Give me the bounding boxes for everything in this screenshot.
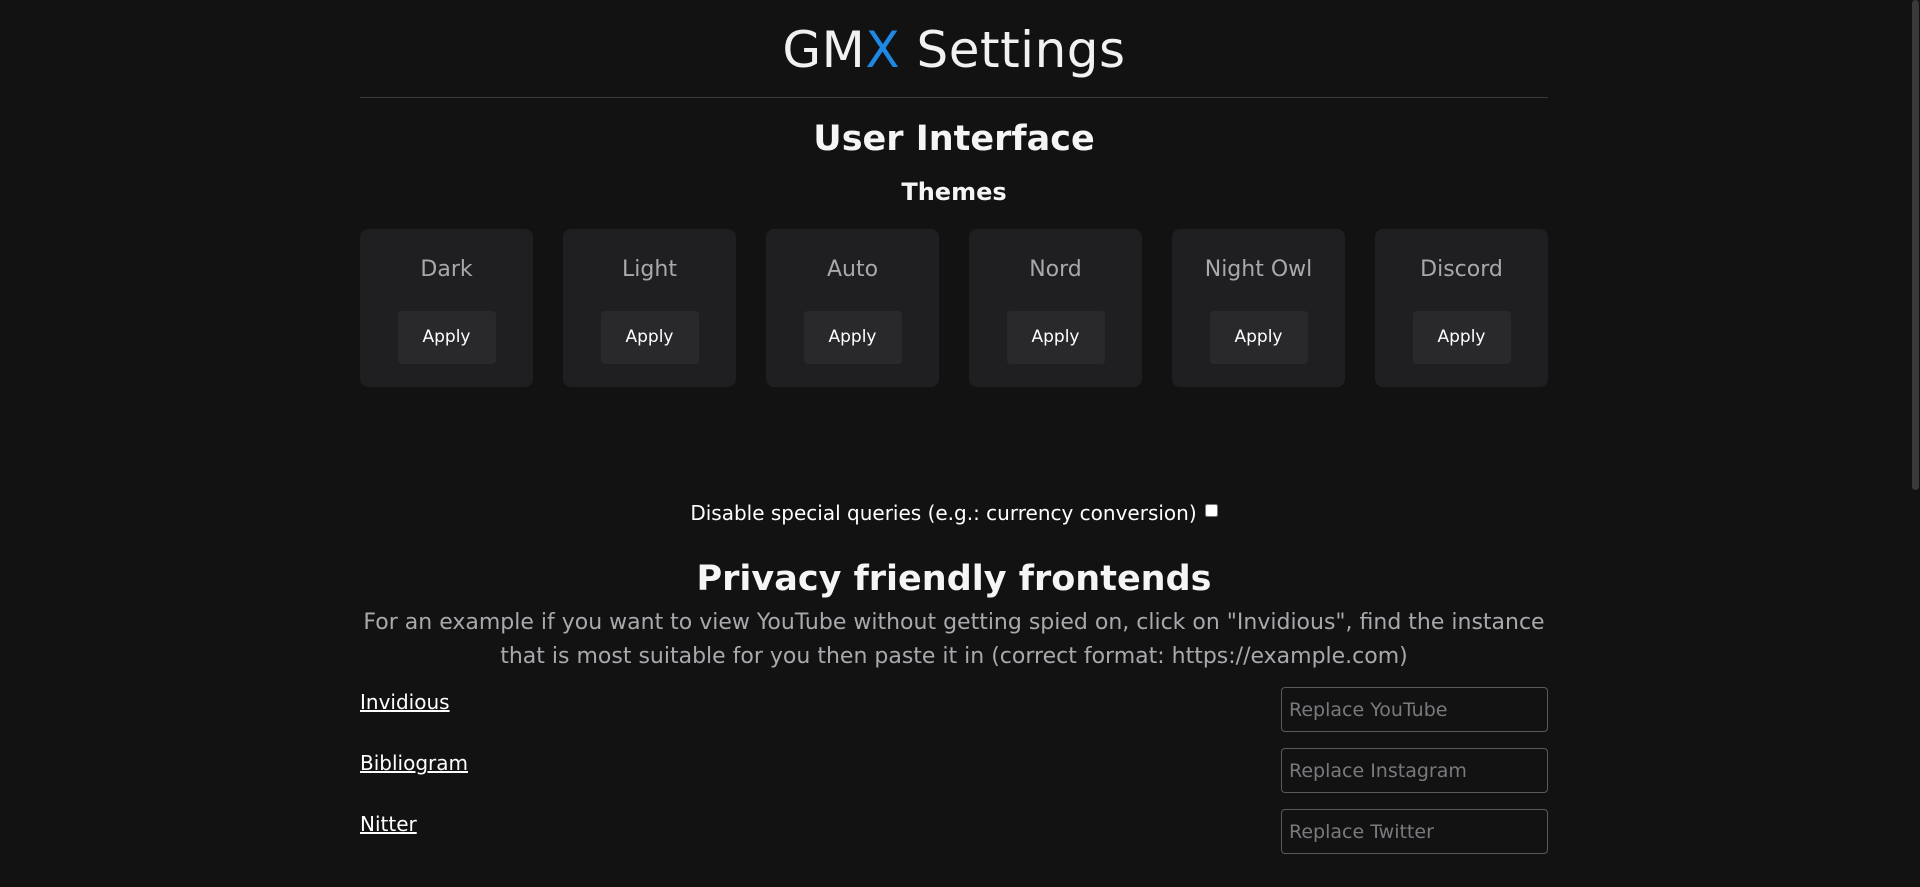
apply-discord-theme-button[interactable]: Apply: [1412, 310, 1511, 364]
theme-list: Dark Apply Light Apply Auto Apply Nord A…: [360, 228, 1548, 387]
apply-light-theme-button[interactable]: Apply: [600, 310, 699, 364]
theme-card-light: Light Apply: [563, 228, 736, 387]
theme-name: Dark: [420, 256, 473, 282]
theme-name: Discord: [1420, 256, 1503, 282]
theme-card-night-owl: Night Owl Apply: [1172, 228, 1345, 387]
brand-prefix: GM: [782, 21, 866, 79]
theme-card-dark: Dark Apply: [360, 228, 533, 387]
apply-night-owl-theme-button[interactable]: Apply: [1209, 310, 1308, 364]
theme-card-nord: Nord Apply: [969, 228, 1142, 387]
special-queries-label[interactable]: Disable special queries (e.g.: currency …: [690, 501, 1196, 525]
settings-page: GMX Settings User Interface Themes Dark …: [0, 0, 1920, 887]
theme-card-auto: Auto Apply: [766, 228, 939, 387]
special-queries-checkbox[interactable]: [1204, 504, 1218, 518]
apply-auto-theme-button[interactable]: Apply: [803, 310, 902, 364]
theme-card-discord: Discord Apply: [1375, 228, 1548, 387]
page-scrollbar[interactable]: [1910, 0, 1920, 887]
special-queries-row: Disable special queries (e.g.: currency …: [360, 501, 1548, 525]
user-interface-heading: User Interface: [813, 119, 1095, 159]
frontend-row-bibliogram: Bibliogram: [360, 748, 1548, 809]
apply-dark-theme-button[interactable]: Apply: [397, 310, 496, 364]
theme-name: Light: [622, 256, 677, 282]
frontend-row-invidious: Invidious: [360, 687, 1548, 748]
invidious-link[interactable]: Invidious: [360, 690, 450, 714]
settings-container: GMX Settings User Interface Themes Dark …: [360, 0, 1548, 870]
nitter-link[interactable]: Nitter: [360, 812, 417, 836]
theme-name: Nord: [1029, 256, 1082, 282]
replace-youtube-input[interactable]: [1281, 687, 1548, 733]
scrollbar-thumb[interactable]: [1912, 0, 1919, 490]
privacy-heading: Privacy friendly frontends: [696, 558, 1212, 599]
bibliogram-link[interactable]: Bibliogram: [360, 751, 468, 775]
brand-suffix: Settings: [900, 21, 1126, 79]
replace-twitter-input[interactable]: [1281, 809, 1548, 855]
frontend-list: Invidious Bibliogram Nitter: [360, 687, 1548, 870]
theme-name: Auto: [826, 256, 879, 282]
brand-accent: X: [865, 21, 901, 79]
replace-instagram-input[interactable]: [1281, 748, 1548, 794]
themes-heading: Themes: [901, 177, 1007, 206]
frontend-row-nitter: Nitter: [360, 809, 1548, 870]
privacy-description: For an example if you want to view YouTu…: [363, 610, 1545, 670]
apply-nord-theme-button[interactable]: Apply: [1006, 310, 1105, 364]
theme-name: Night Owl: [1204, 256, 1313, 282]
page-title: GMX Settings: [360, 0, 1548, 98]
